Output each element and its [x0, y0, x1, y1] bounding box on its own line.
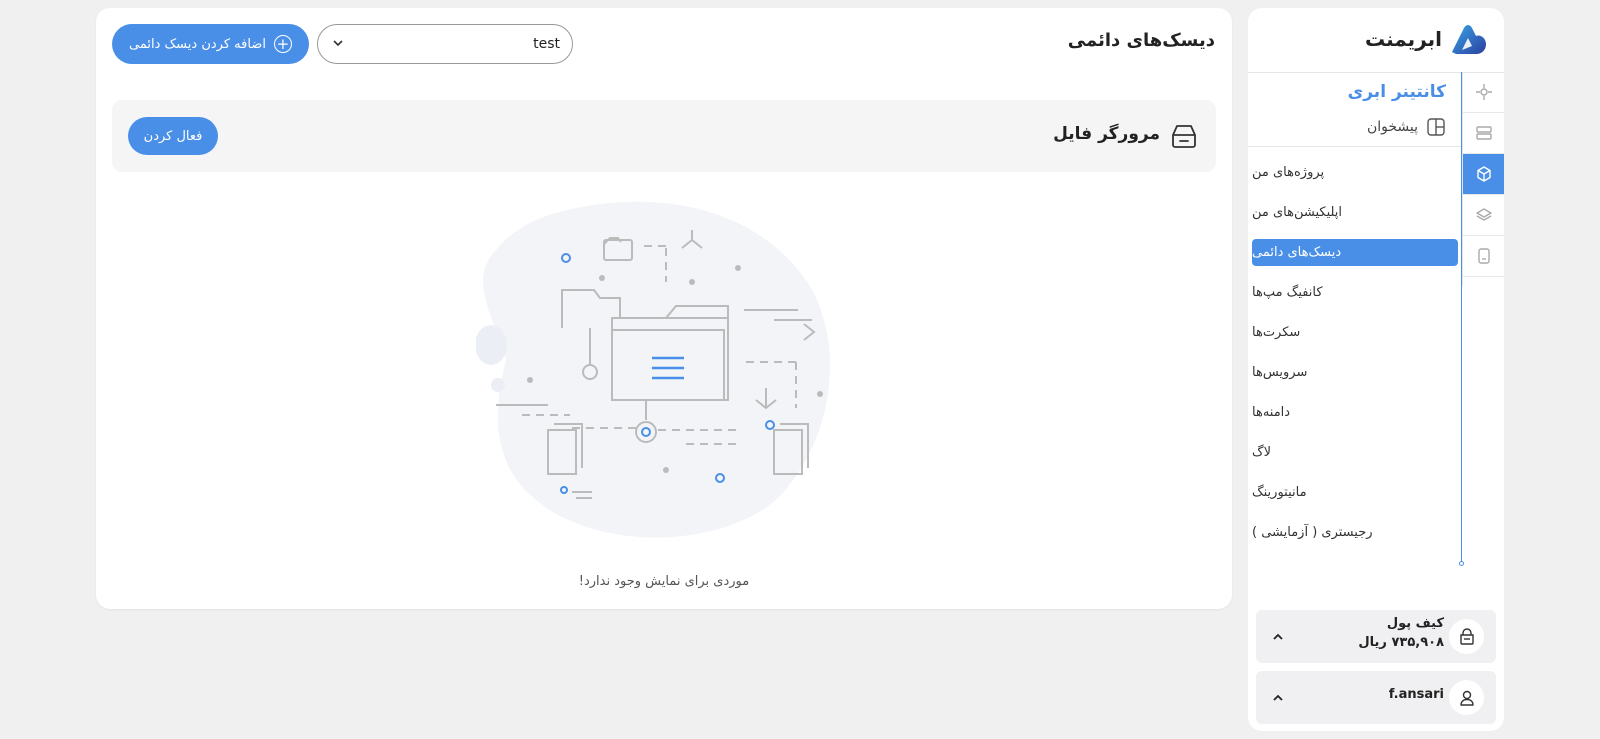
sidebar-item-label: مانیتورینگ: [1252, 484, 1307, 500]
layers-icon: [1475, 208, 1492, 221]
wallet-panel[interactable]: کیف پول ۷۳۵,۹۰۸ ریال: [1256, 610, 1496, 663]
sidebar-item-config-maps[interactable]: کانفیگ مپ‌ها: [1252, 272, 1458, 312]
sidebar-item-my-projects[interactable]: پروژه‌های من: [1252, 152, 1458, 192]
empty-state-message: موردی برای نمایش وجود ندارد!: [578, 574, 750, 589]
sidebar-item-label: پروژه‌های من: [1252, 164, 1325, 180]
rail-container[interactable]: [1463, 154, 1504, 195]
sidebar-item-registry[interactable]: رجیستری ( آزمایشی ): [1252, 512, 1458, 552]
icon-rail: [1462, 72, 1504, 286]
wallet-amount: ۷۳۵,۹۰۸ ریال: [1358, 635, 1444, 650]
chevron-up-icon[interactable]: [1268, 627, 1288, 647]
brand-name: ابریمنت: [1364, 27, 1442, 51]
sidebar-item-persistent-disks[interactable]: دیسک‌های دائمی: [1252, 239, 1458, 266]
sidebar-nav: پروژه‌های من اپلیکیشن‌های من دیسک‌های دا…: [1252, 152, 1458, 552]
page-title: دیسک‌های دائمی: [1067, 30, 1215, 51]
sidebar-item-secrets[interactable]: سکرت‌ها: [1252, 312, 1458, 352]
file-browser-panel: مرورگر فایل فعال کردن: [112, 100, 1216, 172]
wallet-icon: [1449, 619, 1484, 654]
rail-kubernetes[interactable]: [1463, 72, 1504, 113]
file-browser-title: مرورگر فایل: [1053, 124, 1160, 144]
sidebar-item-domains[interactable]: دامنه‌ها: [1252, 392, 1458, 432]
kubernetes-icon: [1475, 84, 1492, 100]
sidebar-item-label: سرویس‌ها: [1252, 364, 1308, 380]
brand-logo-icon: [1452, 25, 1486, 54]
rail-layers[interactable]: [1463, 195, 1504, 236]
sidebar-item-label: دامنه‌ها: [1252, 404, 1291, 420]
sidebar-item-services[interactable]: سرویس‌ها: [1252, 352, 1458, 392]
cube-icon: [1476, 166, 1491, 182]
sidebar-item-label: رجیستری ( آزمایشی ): [1252, 524, 1373, 540]
main-card: دیسک‌های دائمی test + اضافه کردن دیسک دا…: [96, 8, 1232, 609]
drive-icon: [1172, 125, 1196, 148]
sidebar-item-label: دیسک‌های دائمی: [1252, 245, 1342, 260]
dashboard-label: پیشخوان: [1366, 119, 1418, 135]
user-panel[interactable]: f.ansari: [1256, 671, 1496, 724]
dashboard-link[interactable]: پیشخوان: [1367, 117, 1446, 137]
project-select[interactable]: test: [317, 24, 573, 64]
sidebar-item-label: اپلیکیشن‌های من: [1252, 204, 1343, 220]
rail-servers[interactable]: [1463, 113, 1504, 154]
rail-indicator-dot: [1459, 561, 1464, 566]
server-icon: [1475, 126, 1492, 140]
section-title: کانتینر ابری: [1347, 82, 1446, 102]
sidebar-item-label: سکرت‌ها: [1252, 324, 1301, 340]
dashboard-icon: [1427, 118, 1445, 136]
username: f.ansari: [1388, 687, 1444, 702]
user-icon: [1449, 680, 1484, 715]
empty-state-illustration: [476, 201, 830, 538]
sidebar-item-label: لاگ: [1252, 444, 1272, 460]
rail-indicator-line: [1461, 72, 1462, 564]
plus-circle-icon: +: [273, 35, 292, 53]
sidebar-item-my-applications[interactable]: اپلیکیشن‌های من: [1252, 192, 1458, 232]
sidebar: ابریمنت کانتینر ابری پیشخوان پروژه‌های م…: [1248, 8, 1504, 731]
add-button-label: اضافه کردن دیسک دائمی: [129, 36, 266, 52]
chevron-down-icon: [332, 37, 344, 52]
activate-button[interactable]: فعال کردن: [128, 117, 218, 155]
wallet-label: کیف پول: [1386, 616, 1444, 631]
add-persistent-disk-button[interactable]: + اضافه کردن دیسک دائمی: [112, 24, 309, 64]
storage-icon: [1477, 248, 1490, 264]
sidebar-item-log[interactable]: لاگ: [1252, 432, 1458, 472]
rail-storage[interactable]: [1463, 236, 1504, 277]
brand[interactable]: ابریمنت: [1365, 22, 1488, 56]
divider: [1248, 146, 1461, 147]
sidebar-item-monitoring[interactable]: مانیتورینگ: [1252, 472, 1458, 512]
chevron-up-icon[interactable]: [1268, 688, 1288, 708]
sidebar-item-label: کانفیگ مپ‌ها: [1252, 284, 1323, 300]
project-select-value: test: [533, 36, 560, 52]
